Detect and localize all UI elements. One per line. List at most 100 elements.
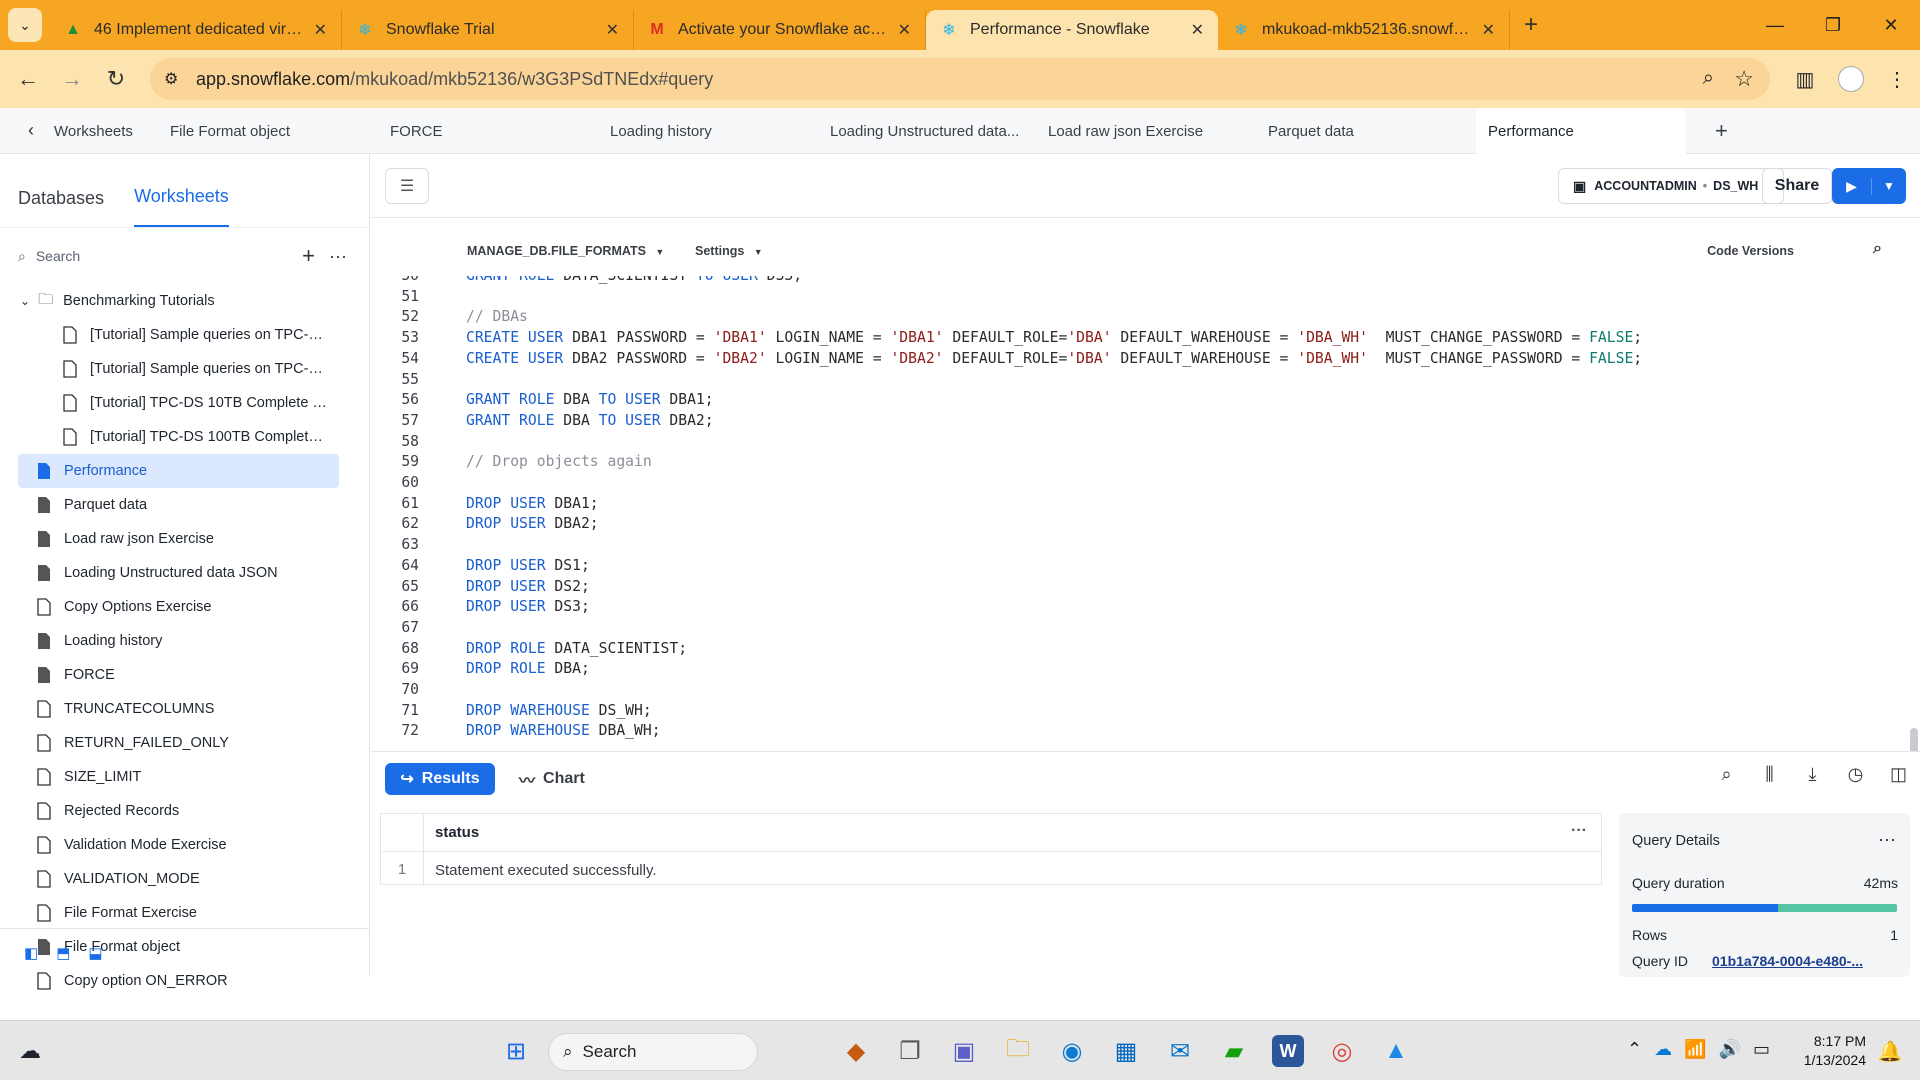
role-warehouse-selector[interactable]: ▣ ACCOUNTADMIN • DS_WH xyxy=(1558,168,1784,204)
code-line[interactable]: 57 GRANT ROLE DBA TO USER DBA2; xyxy=(371,411,1920,431)
chrome-browser-icon[interactable]: ◎ xyxy=(1326,1035,1358,1067)
code-line[interactable]: 63 xyxy=(371,535,1920,555)
browser-tab-5[interactable]: ❄ mkukoad-mkb52136.snowflake ✕ xyxy=(1218,10,1510,50)
copilot-app-icon[interactable]: ◆ xyxy=(840,1035,872,1067)
mail-icon[interactable]: ✉ xyxy=(1164,1035,1196,1067)
chevron-down-icon[interactable]: ▼ xyxy=(1872,179,1906,193)
word-app-icon[interactable]: W xyxy=(1272,1035,1304,1067)
add-worksheet-plus-icon[interactable]: + xyxy=(1715,108,1728,154)
list-item[interactable]: VALIDATION_MODE xyxy=(0,862,369,896)
browser-tab-1[interactable]: ▲ 46 Implement dedicated virtual ✕ xyxy=(50,10,342,50)
search-icon[interactable]: ⌕ xyxy=(1873,240,1882,258)
task-view-icon[interactable]: ❐ xyxy=(894,1035,926,1067)
list-item[interactable]: [Tutorial] TPC-DS 10TB Complete Q... xyxy=(0,386,369,420)
code-line[interactable]: 69 DROP ROLE DBA; xyxy=(371,659,1920,679)
code-line[interactable]: 50 GRANT ROLE DATA_SCIENTIST TO USER DS3; xyxy=(371,276,1920,286)
database-schema-selector[interactable]: MANAGE_DB.FILE_FORMATS ▼ xyxy=(467,244,664,258)
history-clock-icon[interactable]: ◷ xyxy=(1834,764,1877,785)
side-panel-icon[interactable]: ▥ xyxy=(1782,67,1828,92)
tab-search-chevron-icon[interactable]: ⌄ xyxy=(8,8,42,42)
browser-menu-kebab-icon[interactable]: ⋮ xyxy=(1874,67,1920,92)
list-item[interactable]: Copy Options Exercise xyxy=(0,590,369,624)
list-item[interactable]: Validation Mode Exercise xyxy=(0,828,369,862)
sidebar-tab-databases[interactable]: Databases xyxy=(18,188,104,227)
code-line[interactable]: 70 xyxy=(371,680,1920,700)
code-line[interactable]: 62 DROP USER DBA2; xyxy=(371,514,1920,534)
column-menu-icon[interactable]: ··· xyxy=(1571,822,1587,840)
wifi-icon[interactable]: 📶 xyxy=(1684,1039,1706,1060)
list-item[interactable]: Load raw json Exercise xyxy=(0,522,369,556)
list-item[interactable]: SIZE_LIMIT xyxy=(0,760,369,794)
tab-worksheets[interactable]: Worksheets xyxy=(54,108,133,154)
list-item[interactable]: FORCE xyxy=(0,658,369,692)
table-cell[interactable]: Statement executed successfully. xyxy=(435,862,657,879)
tab-parquet-data[interactable]: Parquet data xyxy=(1268,108,1354,154)
bookmark-star-icon[interactable]: ☆ xyxy=(1734,66,1754,92)
notification-bell-icon[interactable]: 🔔 xyxy=(1874,1035,1906,1067)
list-item[interactable]: RETURN_FAILED_ONLY xyxy=(0,726,369,760)
list-item[interactable]: [Tutorial] Sample queries on TPC-H ... xyxy=(0,318,369,352)
tab-load-raw-json[interactable]: Load raw json Exercise xyxy=(1048,108,1203,154)
onedrive-cloud-icon[interactable]: ☁ xyxy=(1654,1039,1672,1060)
code-line[interactable]: 56 GRANT ROLE DBA TO USER DBA1; xyxy=(371,390,1920,410)
layout-left-panel-icon[interactable]: ◧ xyxy=(24,944,38,962)
query-id-link[interactable]: 01b1a784-0004-e480-... xyxy=(1712,953,1863,969)
share-button[interactable]: Share xyxy=(1762,168,1832,204)
layout-top-panel-icon[interactable]: ⬒ xyxy=(56,944,70,962)
layout-bottom-panel-icon[interactable]: ⬓ xyxy=(88,944,102,962)
sidebar-search[interactable]: ⌕ Search + ··· xyxy=(0,228,369,284)
battery-icon[interactable]: ▭ xyxy=(1753,1039,1770,1060)
url-input[interactable]: ⚙ app.snowflake.com/mkukoad/mkb52136/w3G… xyxy=(150,58,1770,100)
taskbar-search[interactable]: ⌕ Search xyxy=(548,1033,758,1071)
more-options-icon[interactable]: ··· xyxy=(1878,829,1896,850)
list-item[interactable]: [Tutorial] Sample queries on TPC-D... xyxy=(0,352,369,386)
search-icon[interactable]: ⌕ xyxy=(1705,764,1748,785)
browser-tab-3[interactable]: M Activate your Snowflake accoun ✕ xyxy=(634,10,926,50)
zoom-magnifier-icon[interactable]: ⌕ xyxy=(1703,67,1714,90)
download-icon[interactable]: ⤓ xyxy=(1791,764,1834,785)
code-line[interactable]: 55 xyxy=(371,370,1920,390)
forward-arrow-icon[interactable]: → xyxy=(50,57,94,101)
code-line[interactable]: 72 DROP WAREHOUSE DBA_WH; xyxy=(371,721,1920,741)
run-button[interactable]: ▶ ▼ xyxy=(1832,168,1906,204)
close-tab-icon[interactable]: ✕ xyxy=(898,20,911,40)
sidebar-tab-worksheets[interactable]: Worksheets xyxy=(134,186,229,227)
list-item[interactable]: TRUNCATECOLUMNS xyxy=(0,692,369,726)
site-settings-icon[interactable]: ⚙ xyxy=(164,69,178,89)
split-panel-icon[interactable]: ◫ xyxy=(1877,764,1920,785)
close-tab-icon[interactable]: ✕ xyxy=(606,20,619,40)
chart-tab[interactable]: 〰 Chart xyxy=(519,763,585,795)
teams-chat-icon[interactable]: ▣ xyxy=(948,1035,980,1067)
list-item[interactable]: Loading Unstructured data JSON xyxy=(0,556,369,590)
list-item[interactable]: File Format Exercise xyxy=(0,896,369,930)
code-line[interactable]: 65 DROP USER DS2; xyxy=(371,577,1920,597)
microsoft-store-icon[interactable]: ▦ xyxy=(1110,1035,1142,1067)
tab-loading-history[interactable]: Loading history xyxy=(610,108,712,154)
table-row[interactable]: 1 Statement executed successfully. xyxy=(381,852,1601,885)
code-line[interactable]: 66 DROP USER DS3; xyxy=(371,597,1920,617)
more-options-icon[interactable]: ··· xyxy=(329,246,347,267)
code-line[interactable]: 64 DROP USER DS1; xyxy=(371,556,1920,576)
code-line[interactable]: 68 DROP ROLE DATA_SCIENTIST; xyxy=(371,639,1920,659)
code-line[interactable]: 51 xyxy=(371,287,1920,307)
code-line[interactable]: 54 CREATE USER DBA2 PASSWORD = 'DBA2' LOG… xyxy=(371,349,1920,369)
profile-avatar[interactable] xyxy=(1828,66,1874,92)
code-line[interactable]: 58 xyxy=(371,432,1920,452)
restore-icon[interactable]: ❐ xyxy=(1804,0,1862,50)
code-line[interactable]: 71 DROP WAREHOUSE DS_WH; xyxy=(371,701,1920,721)
photos-app-icon[interactable]: ▲ xyxy=(1380,1035,1412,1067)
windows-start-icon[interactable]: ⊞ xyxy=(500,1035,532,1067)
close-tab-icon[interactable]: ✕ xyxy=(1482,20,1495,40)
code-line[interactable]: 59 // Drop objects again xyxy=(371,452,1920,472)
list-item[interactable]: Loading history xyxy=(0,624,369,658)
edge-browser-icon[interactable]: ◉ xyxy=(1056,1035,1088,1067)
code-line[interactable]: 52 // DBAs xyxy=(371,307,1920,327)
minimize-icon[interactable]: — xyxy=(1746,0,1804,50)
list-item-selected[interactable]: Performance xyxy=(18,454,339,488)
reload-icon[interactable]: ↻ xyxy=(94,57,138,101)
code-versions-button[interactable]: Code Versions xyxy=(1707,244,1794,258)
code-line[interactable]: 53 CREATE USER DBA1 PASSWORD = 'DBA1' LOG… xyxy=(371,328,1920,348)
results-tab[interactable]: ↪ Results xyxy=(385,763,495,795)
browser-tab-2[interactable]: ❄ Snowflake Trial ✕ xyxy=(342,10,634,50)
chevron-up-icon[interactable]: ⌃ xyxy=(1627,1039,1642,1060)
